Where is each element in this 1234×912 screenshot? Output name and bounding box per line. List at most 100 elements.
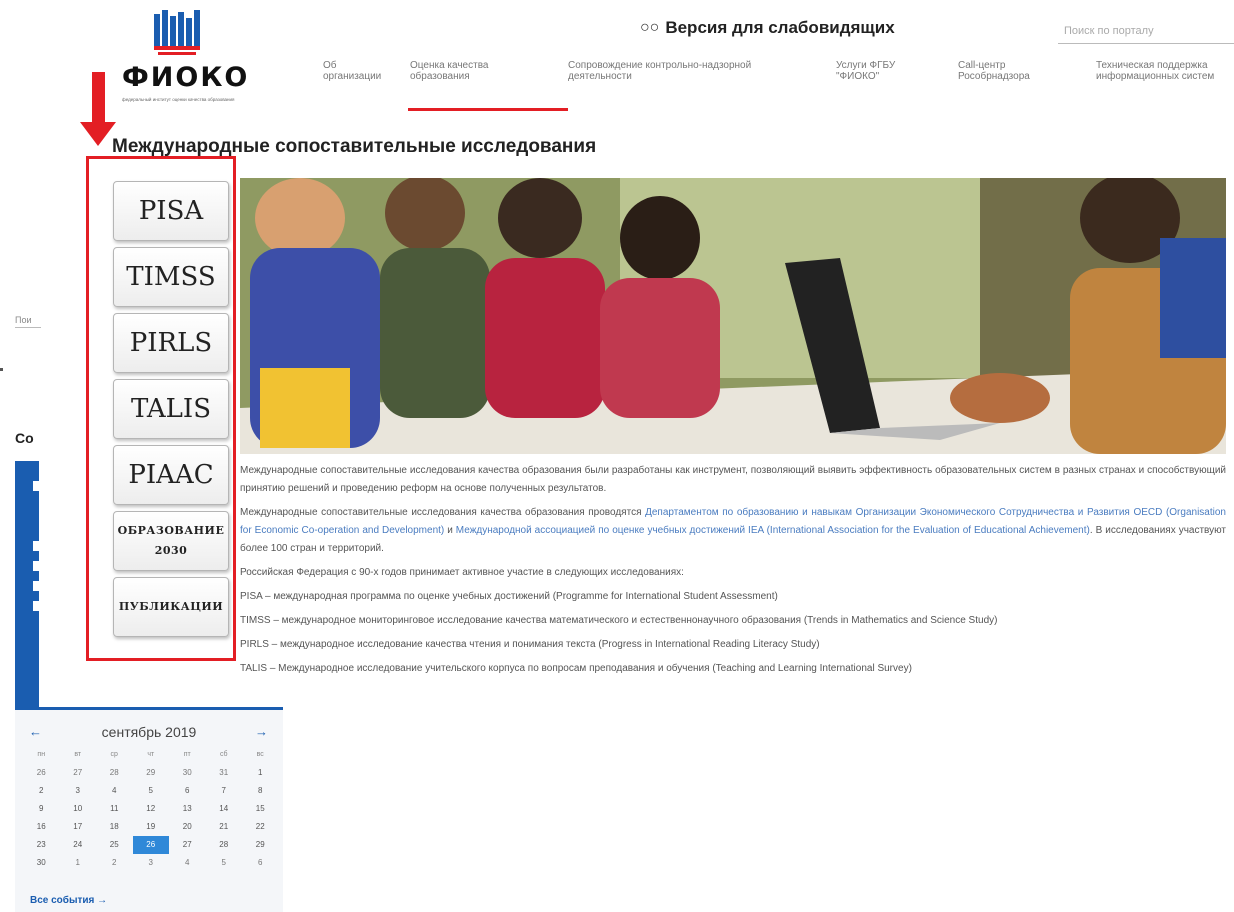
banner-text-fragment	[33, 581, 39, 591]
weekday-label: вс	[256, 751, 264, 758]
calendar-day[interactable]: 19	[133, 818, 170, 836]
article-body: Международные сопоставительные исследова…	[240, 462, 1226, 684]
article-paragraph: Российская Федерация с 90-х годов приним…	[240, 567, 684, 578]
calendar-day[interactable]: 27	[60, 764, 97, 782]
calendar-day[interactable]: 2	[23, 782, 60, 800]
nav-item-about[interactable]: Об организации	[323, 60, 381, 82]
calendar-day[interactable]: 26	[23, 764, 60, 782]
arrow-right-icon: →	[97, 895, 108, 906]
calendar-day[interactable]: 1	[60, 854, 97, 872]
calendar-month-title: сентябрь 2019	[101, 724, 197, 740]
nav-item-quality-assessment[interactable]: Оценка качества образования	[410, 60, 520, 82]
calendar-grid: пн вт ср чт пт сб вс 26 27 28 29 30 31 1…	[23, 746, 279, 872]
annotation-arrow-shaft	[92, 72, 105, 126]
all-events-link[interactable]: Все события →	[30, 895, 107, 906]
calendar-next-arrow-icon[interactable]: →	[255, 724, 268, 739]
calendar-day[interactable]: 25	[96, 836, 133, 854]
calendar-day-today[interactable]: 26	[132, 836, 170, 854]
calendar-day[interactable]: 5	[206, 854, 243, 872]
calendar-day[interactable]: 17	[60, 818, 97, 836]
calendar-header: ← сентябрь 2019 →	[15, 722, 283, 744]
weekday-label: пт	[183, 751, 191, 758]
calendar-day[interactable]: 29	[133, 764, 170, 782]
calendar-day[interactable]: 30	[23, 854, 60, 872]
calendar-day[interactable]: 4	[169, 854, 206, 872]
calendar-day[interactable]: 15	[242, 800, 279, 818]
study-button-timss[interactable]: TIMSS	[113, 247, 229, 307]
brand-name[interactable]: ФИОКО	[122, 62, 249, 93]
article-text: и	[444, 525, 456, 536]
weekday-label: пн	[37, 751, 46, 758]
study-description-pirls: PIRLS – международное исследование качес…	[240, 639, 820, 650]
article-paragraph: Международные сопоставительные исследова…	[240, 465, 1226, 494]
banner-text-fragment	[33, 601, 39, 611]
study-button-talis[interactable]: TALIS	[113, 379, 229, 439]
banner-text-fragment	[33, 541, 39, 551]
banner-text-fragment	[33, 481, 39, 491]
annotation-arrow-head	[80, 122, 116, 146]
today-label: 26	[132, 836, 169, 854]
calendar-week: 30 1 2 3 4 5 6	[23, 854, 279, 872]
calendar-day[interactable]: 20	[169, 818, 206, 836]
all-events-label: Все события	[30, 895, 95, 906]
nav-item-call-center[interactable]: Call-центр Рособрнадзора	[958, 60, 1054, 82]
calendar-week: 26 27 28 29 30 31 1	[23, 764, 279, 782]
news-banner-fragment[interactable]	[15, 461, 39, 707]
nav-item-tech-support-label: Техническая поддержка информационных сис…	[1096, 60, 1215, 82]
calendar-day[interactable]: 29	[242, 836, 279, 854]
calendar-day[interactable]: 12	[133, 800, 170, 818]
calendar-day[interactable]: 3	[133, 854, 170, 872]
calendar-week: 16 17 18 19 20 21 22	[23, 818, 279, 836]
calendar-day[interactable]: 28	[206, 836, 243, 854]
calendar-day[interactable]: 13	[169, 800, 206, 818]
calendar-day[interactable]: 4	[96, 782, 133, 800]
nav-item-services[interactable]: Услуги ФГБУ "ФИОКО"	[836, 60, 924, 82]
calendar-day[interactable]: 5	[133, 782, 170, 800]
study-button-piaac[interactable]: PIAAC	[113, 445, 229, 505]
fioko-logo-mark[interactable]	[152, 8, 204, 56]
calendar-day[interactable]: 31	[206, 764, 243, 782]
study-button-pisa[interactable]: PISA	[113, 181, 229, 241]
calendar-day[interactable]: 3	[60, 782, 97, 800]
calendar-day[interactable]: 11	[96, 800, 133, 818]
calendar-day[interactable]: 10	[60, 800, 97, 818]
calendar-day[interactable]: 9	[23, 800, 60, 818]
iea-link[interactable]: Международной ассоциацией по оценке учеб…	[456, 525, 1090, 536]
nav-item-tech-support[interactable]: Техническая поддержка информационных сис…	[1096, 60, 1232, 82]
calendar-day[interactable]: 23	[23, 836, 60, 854]
calendar-day[interactable]: 28	[96, 764, 133, 782]
study-description-pisa: PISA – международная программа по оценке…	[240, 591, 778, 602]
low-vision-label: Версия для слабовидящих	[665, 18, 895, 37]
calendar-week: 9 10 11 12 13 14 15	[23, 800, 279, 818]
low-vision-version-link[interactable]: ○○ Версия для слабовидящих	[640, 18, 895, 38]
article-paragraph-orgs: Международные сопоставительные исследова…	[240, 504, 1226, 558]
nav-item-supervision-support[interactable]: Сопровождение контрольно-надзорной деяте…	[568, 60, 804, 82]
events-calendar: ← сентябрь 2019 → пн вт ср чт пт сб вс 2…	[15, 707, 283, 912]
calendar-day[interactable]: 6	[242, 854, 279, 872]
calendar-day[interactable]: 2	[96, 854, 133, 872]
weekday-label: сб	[219, 751, 228, 758]
article-text: Международные сопоставительные исследова…	[240, 507, 646, 518]
background-search-fragment[interactable]: Пои	[15, 315, 41, 328]
calendar-day[interactable]: 18	[96, 818, 133, 836]
calendar-day[interactable]: 7	[206, 782, 243, 800]
page-title: Международные сопоставительные исследова…	[112, 136, 597, 157]
calendar-day[interactable]: 24	[60, 836, 97, 854]
calendar-day[interactable]: 6	[169, 782, 206, 800]
calendar-day[interactable]: 21	[206, 818, 243, 836]
site-search-input[interactable]	[1058, 18, 1234, 44]
calendar-day[interactable]: 27	[169, 836, 206, 854]
weekday-label: вт	[74, 751, 82, 758]
calendar-day[interactable]: 16	[23, 818, 60, 836]
calendar-day[interactable]: 1	[242, 764, 279, 782]
study-button-publications[interactable]: ПУБЛИКАЦИИ	[113, 577, 229, 637]
calendar-day[interactable]: 30	[169, 764, 206, 782]
study-description-timss: TIMSS – международное мониторинговое исс…	[240, 615, 998, 626]
calendar-day[interactable]: 8	[242, 782, 279, 800]
weekday-label: ср	[110, 751, 118, 758]
study-button-education-2030[interactable]: ОБРАЗОВАНИЕ 2030	[113, 511, 229, 571]
calendar-day[interactable]: 22	[242, 818, 279, 836]
calendar-day[interactable]: 14	[206, 800, 243, 818]
study-button-pirls[interactable]: PIRLS	[113, 313, 229, 373]
study-menu: PISA TIMSS PIRLS TALIS PIAAC ОБРАЗОВАНИЕ…	[86, 156, 236, 661]
